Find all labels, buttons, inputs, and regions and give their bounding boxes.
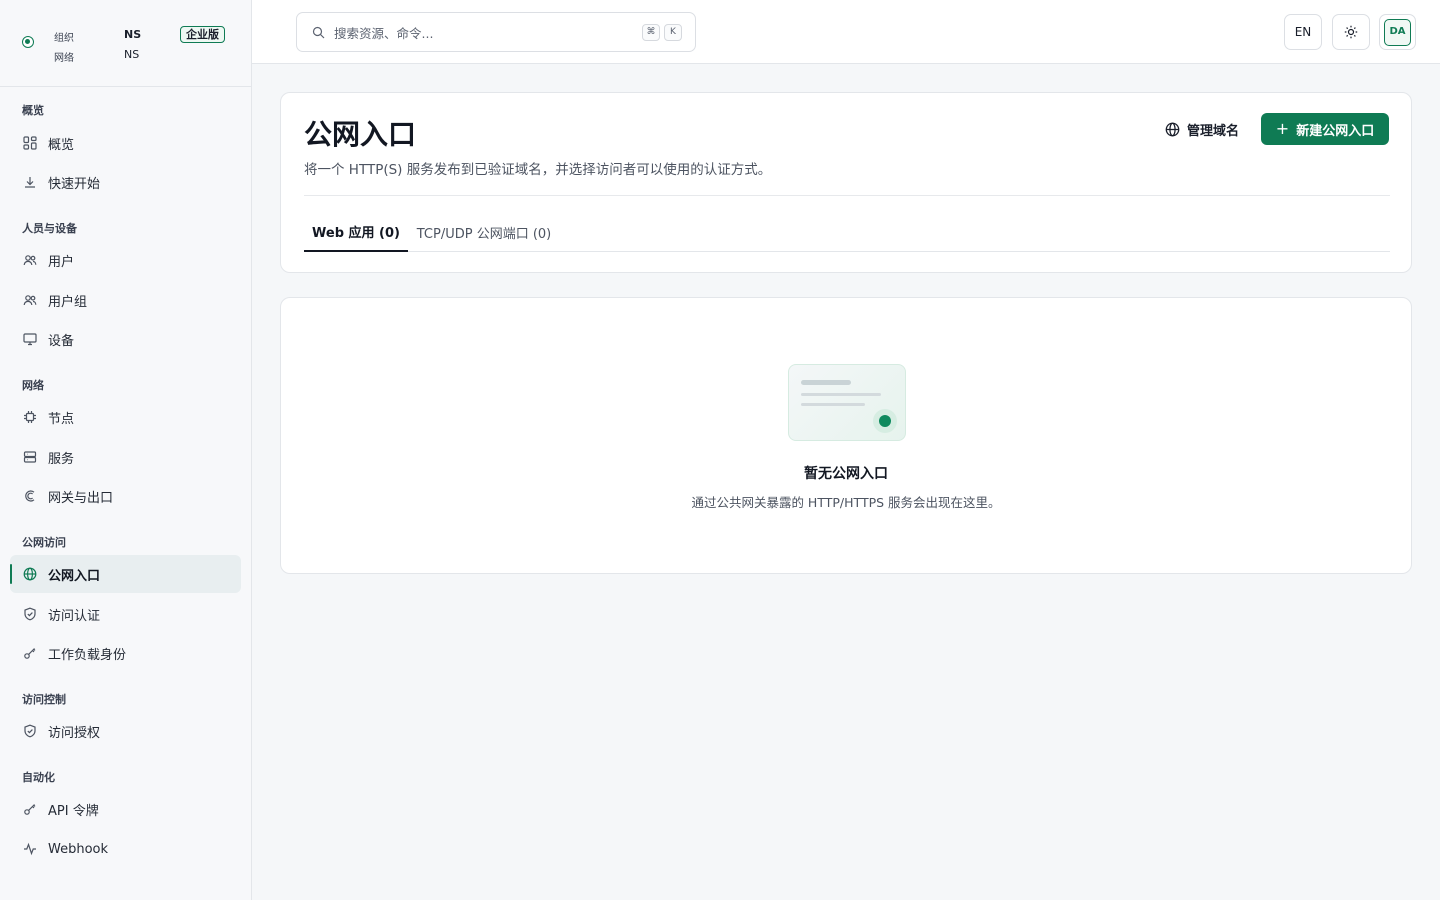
sidebar-item-label: 概览 [48, 137, 75, 153]
gateway-icon [23, 489, 37, 503]
plus-icon: + [1275, 119, 1290, 138]
globe-icon [23, 567, 37, 581]
section-automation: 自动化 [22, 771, 55, 784]
kbd-key: K [664, 24, 682, 41]
globe-icon [1165, 122, 1180, 136]
section-access: 访问控制 [22, 693, 66, 706]
sidebar-item-users[interactable]: 用户 [10, 241, 241, 279]
search-input[interactable]: 搜索资源、命令... ⌘ K [296, 12, 696, 52]
avatar[interactable]: DA [1379, 14, 1416, 50]
sidebar-item-label: 用户组 [48, 294, 88, 310]
network-value: NS [124, 48, 140, 61]
sidebar-item-api-tokens[interactable]: API 令牌 [10, 790, 241, 828]
sidebar-item-label: API 令牌 [48, 803, 99, 819]
chip-icon [23, 410, 37, 424]
grid-icon [23, 136, 37, 150]
sidebar-item-services[interactable]: 服务 [10, 438, 241, 476]
sidebar-item-grants[interactable]: 访问授权 [10, 712, 241, 750]
sidebar-item-label: Webhook [48, 841, 109, 857]
sidebar-item-label: 工作负载身份 [48, 647, 127, 663]
empty-state-title: 暂无公网入口 [804, 466, 888, 482]
sidebar-item-webhook[interactable]: Webhook [10, 830, 241, 868]
status-dot-icon [22, 36, 34, 48]
section-overview: 概览 [22, 104, 44, 117]
key-icon [23, 802, 37, 816]
shield-check-icon [23, 607, 37, 621]
new-ingress-button[interactable]: + 新建公网入口 [1261, 113, 1389, 145]
tab-web-apps[interactable]: Web 应用 (0) [304, 213, 408, 252]
page-header-card: 公网入口 将一个 HTTP(S) 服务发布到已验证域名，并选择访问者可以使用的认… [280, 92, 1412, 273]
plan-badge: 企业版 [180, 26, 225, 43]
sidebar-item-label: 访问认证 [48, 608, 101, 624]
sidebar: 组织 NS 网络 NS 企业版 概览 概览 快速开始 人员与设备 用户 用户组 … [0, 0, 252, 900]
sidebar-item-ingress[interactable]: 公网入口 [10, 555, 241, 593]
empty-state-description: 通过公共网关暴露的 HTTP/HTTPS 服务会出现在这里。 [691, 495, 1001, 510]
sidebar-item-auth[interactable]: 访问认证 [10, 595, 241, 633]
activity-icon [23, 842, 37, 856]
network-label: 网络 [54, 53, 74, 64]
search-icon [312, 26, 325, 38]
sidebar-item-workload[interactable]: 工作负载身份 [10, 634, 241, 672]
server-icon [23, 450, 37, 464]
page-description: 将一个 HTTP(S) 服务发布到已验证域名，并选择访问者可以使用的认证方式。 [304, 162, 772, 178]
kbd-mod: ⌘ [642, 24, 660, 41]
sidebar-item-devices[interactable]: 设备 [10, 320, 241, 358]
shield-check-icon [23, 724, 37, 738]
sidebar-item-label: 快速开始 [48, 176, 101, 192]
manage-domains-label: 管理域名 [1187, 123, 1240, 139]
users-icon [23, 253, 37, 267]
tab-tcp-udp[interactable]: TCP/UDP 公网端口 (0) [408, 213, 560, 252]
new-ingress-label: 新建公网入口 [1296, 123, 1375, 139]
sidebar-item-label: 节点 [48, 411, 75, 427]
empty-illustration-icon [788, 364, 906, 441]
download-icon [23, 175, 37, 189]
key-icon [23, 646, 37, 660]
manage-domains-button[interactable]: 管理域名 [1165, 113, 1239, 145]
sidebar-item-overview[interactable]: 概览 [10, 124, 241, 162]
org-switcher[interactable]: 组织 NS 网络 NS 企业版 [0, 0, 251, 87]
sidebar-item-nodes[interactable]: 节点 [10, 398, 241, 436]
section-public: 公网访问 [22, 536, 66, 549]
section-people: 人员与设备 [22, 222, 77, 235]
section-network: 网络 [22, 379, 44, 392]
topbar: 搜索资源、命令... ⌘ K EN DA [252, 0, 1440, 64]
sidebar-item-quickstart[interactable]: 快速开始 [10, 163, 241, 201]
sidebar-item-label: 公网入口 [48, 568, 101, 584]
org-label: 组织 [54, 33, 74, 44]
sidebar-item-label: 服务 [48, 451, 75, 467]
empty-state-card: 暂无公网入口 通过公共网关暴露的 HTTP/HTTPS 服务会出现在这里。 [280, 297, 1412, 574]
theme-toggle-button[interactable] [1332, 14, 1370, 50]
org-value: NS [124, 28, 142, 41]
sidebar-item-groups[interactable]: 用户组 [10, 281, 241, 319]
language-button[interactable]: EN [1284, 14, 1322, 50]
sidebar-item-label: 访问授权 [48, 725, 101, 741]
search-placeholder: 搜索资源、命令... [334, 25, 434, 41]
users-group-icon [23, 293, 37, 307]
sidebar-item-gateways[interactable]: 网关与出口 [10, 477, 241, 515]
sun-icon [1344, 25, 1358, 39]
monitor-icon [23, 332, 37, 346]
page-title: 公网入口 [304, 118, 417, 151]
sidebar-item-label: 设备 [48, 333, 75, 349]
sidebar-item-label: 用户 [48, 254, 75, 270]
avatar-initials: DA [1384, 18, 1411, 46]
sidebar-item-label: 网关与出口 [48, 490, 114, 506]
divider [304, 195, 1390, 196]
